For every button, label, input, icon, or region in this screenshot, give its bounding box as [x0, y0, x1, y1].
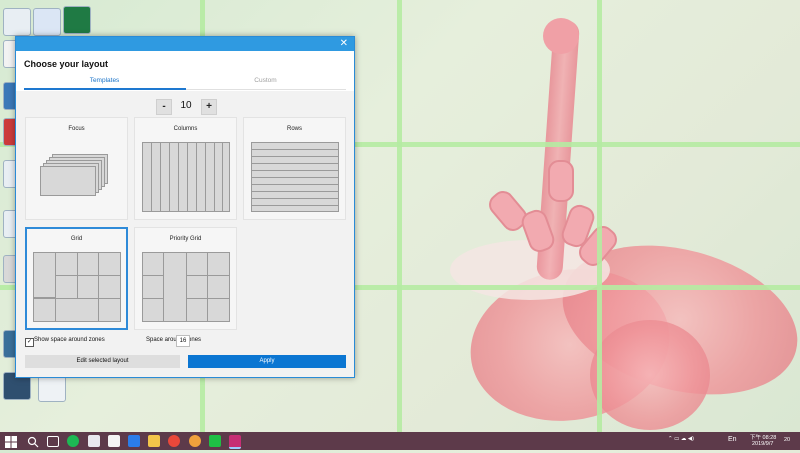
- show-space-checkbox[interactable]: ✓: [25, 338, 34, 347]
- desktop-app-icon[interactable]: [33, 8, 61, 36]
- layout-name: Rows: [286, 126, 302, 132]
- mail-app-icon[interactable]: [88, 435, 100, 447]
- layout-card-columns[interactable]: Columns: [134, 117, 237, 220]
- spotify-icon[interactable]: [67, 435, 79, 447]
- clock-date[interactable]: 2019/9/7: [752, 441, 773, 447]
- flower-anther: [548, 160, 574, 202]
- apply-button[interactable]: Apply: [188, 355, 346, 368]
- zone-preview: [207, 298, 230, 322]
- grid-preview: [33, 252, 121, 322]
- flower-bud: [543, 18, 579, 54]
- zone-line: [397, 0, 402, 432]
- layout-card-priority-grid[interactable]: Priority Grid: [134, 227, 237, 330]
- layout-card-grid[interactable]: Grid: [25, 227, 128, 330]
- zone-preview: [77, 252, 99, 276]
- zone-preview: [33, 298, 56, 322]
- app-icon[interactable]: [189, 435, 201, 447]
- zone-preview: [207, 275, 230, 299]
- zone-preview: [142, 252, 164, 276]
- layout-card-focus[interactable]: Focus: [25, 117, 128, 220]
- close-icon[interactable]: ✕: [340, 37, 348, 51]
- zone-preview: [98, 252, 121, 276]
- search-icon[interactable]: [27, 435, 39, 448]
- line-icon[interactable]: [209, 435, 221, 447]
- zone-count-value: 10: [180, 100, 192, 111]
- dialog-title: Choose your layout: [24, 59, 109, 69]
- flower-petal: [590, 320, 710, 430]
- zone-preview: [77, 275, 99, 299]
- notification-badge[interactable]: 20: [784, 437, 790, 443]
- zone-preview: [55, 275, 78, 299]
- zone-preview: [163, 252, 187, 322]
- active-tab-indicator: [24, 88, 186, 90]
- active-app-icon[interactable]: [229, 435, 241, 449]
- layout-card-rows[interactable]: Rows: [243, 117, 346, 220]
- task-view-icon[interactable]: [47, 436, 59, 447]
- zone-preview: [98, 298, 121, 322]
- start-button[interactable]: [5, 435, 17, 448]
- zone-preview: [142, 275, 164, 299]
- desktop-app-icon[interactable]: [3, 8, 31, 36]
- zone-preview: [186, 275, 208, 299]
- zone-preview: [207, 252, 230, 276]
- layout-name: Grid: [70, 236, 83, 242]
- window-title-bar[interactable]: ✕: [16, 37, 354, 51]
- zone-preview: [33, 252, 56, 298]
- desktop-app-icon[interactable]: [38, 374, 66, 402]
- priority-grid-preview: [142, 252, 230, 322]
- tray-icons[interactable]: ⌃ ▭ ☁ ◀): [668, 436, 694, 442]
- edit-selected-layout-button[interactable]: Edit selected layout: [25, 355, 180, 368]
- zone-preview: [222, 142, 230, 212]
- zone-count-decrement-button[interactable]: -: [156, 99, 172, 115]
- space-around-label: Space around zones: [146, 337, 202, 343]
- chrome-icon[interactable]: [168, 435, 180, 447]
- zone-preview: [186, 252, 208, 276]
- focus-preview: [40, 154, 116, 202]
- ime-indicator[interactable]: En: [728, 436, 737, 443]
- todo-check-icon[interactable]: [128, 435, 140, 447]
- zone-preview: [55, 298, 99, 322]
- layout-name: Columns: [173, 126, 198, 132]
- zone-preview: [186, 298, 208, 322]
- layout-name: Priority Grid: [169, 236, 202, 242]
- tab-custom[interactable]: Custom: [185, 77, 346, 84]
- zone-preview: [40, 166, 96, 196]
- calendar-icon[interactable]: [108, 435, 120, 447]
- rows-preview: [251, 142, 339, 212]
- taskbar: ⌃ ▭ ☁ ◀) En 下午 08:28 2019/9/7 20: [0, 432, 800, 450]
- tab-templates[interactable]: Templates: [24, 77, 185, 84]
- show-space-label: Show space around zones: [34, 337, 105, 343]
- layout-name: Focus: [68, 126, 85, 132]
- windows-icon: [5, 436, 17, 448]
- zone-preview: [98, 275, 121, 299]
- zone-preview: [142, 298, 164, 322]
- layout-editor-window: ✕ Choose your layout Templates Custom - …: [15, 36, 355, 378]
- file-explorer-icon[interactable]: [148, 435, 160, 447]
- space-around-input[interactable]: 16: [176, 335, 190, 347]
- excel-icon[interactable]: [63, 6, 91, 34]
- zone-preview: [55, 252, 78, 276]
- zone-count-increment-button[interactable]: +: [201, 99, 217, 115]
- clock-time[interactable]: 下午 08:28: [750, 433, 776, 441]
- columns-preview: [142, 142, 230, 212]
- zone-line: [597, 0, 602, 432]
- zone-preview: [251, 205, 339, 212]
